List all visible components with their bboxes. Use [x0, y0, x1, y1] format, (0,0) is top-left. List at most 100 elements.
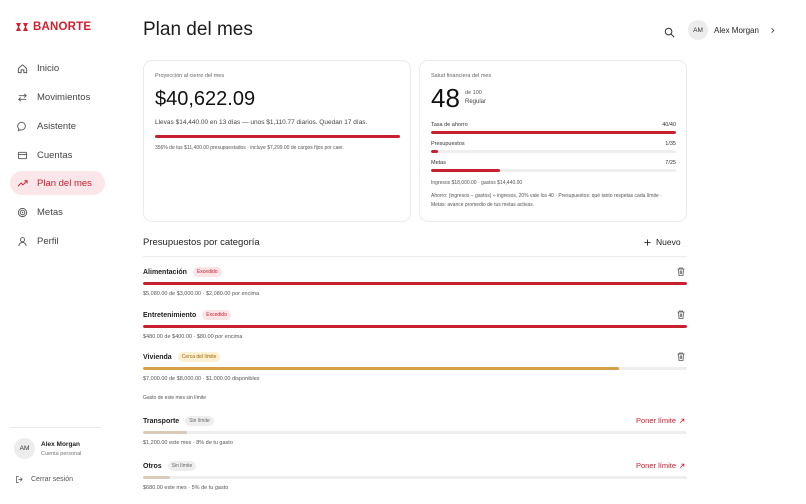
budget-detail: $680.00 este mes · 5% de tu gasto — [143, 485, 229, 491]
metric-fill — [431, 150, 439, 153]
status-badge: Sin límite — [167, 461, 197, 471]
status-badge: Excedido — [192, 267, 222, 277]
user-icon — [17, 236, 28, 247]
transfer-icon — [17, 92, 28, 103]
metric-label: Presupuestos — [431, 141, 465, 147]
budget-name: Entretenimiento — [143, 311, 197, 319]
projection-card: Proyección al cierre del mes $40,622.09 … — [143, 60, 411, 222]
user-account-type: Cuenta personal — [41, 450, 82, 457]
plus-icon — [644, 238, 651, 246]
sidebar-item-label: Cuentas — [37, 149, 73, 161]
logout-label: Cerrar sesión — [31, 476, 74, 483]
metric-value: 1/35 — [665, 141, 676, 147]
sidebar-item-label: Plan del mes — [37, 177, 92, 189]
budget-name: Vivienda — [143, 353, 172, 361]
search-button[interactable] — [664, 25, 675, 38]
trash-icon[interactable] — [677, 267, 685, 276]
avatar: AM — [14, 438, 35, 459]
logout-button[interactable]: Cerrar sesión — [15, 475, 73, 484]
budget-fill — [143, 367, 619, 370]
budget-row-alimentacion: Alimentación Excedido $5,080.00 de $3,00… — [143, 267, 687, 297]
sidebar-item-perfil[interactable]: Perfil — [10, 229, 105, 253]
budget-name: Transporte — [143, 417, 180, 425]
banorte-logo[interactable]: BANORTE — [15, 21, 91, 33]
budgets-title: Presupuestos por categoría — [143, 237, 260, 248]
health-explanation: Ahorro: (ingresos − gastos) ÷ ingresos, … — [431, 193, 662, 208]
metric-value: 7/25 — [665, 160, 676, 166]
sidebar-item-metas[interactable]: Metas — [10, 200, 105, 224]
sidebar-item-plan-del-mes[interactable]: Plan del mes — [10, 171, 105, 195]
projection-amount: $40,622.09 — [155, 88, 256, 110]
budget-row-otros: Otros Sin límite Poner límite $680.00 es… — [143, 461, 687, 491]
sidebar: BANORTE Inicio Movimientos Asistente Cue… — [0, 0, 115, 504]
status-badge: Cerca del límite — [177, 352, 221, 362]
budget-row-transporte: Transporte Sin límite Poner límite $1,20… — [143, 416, 687, 446]
card-icon — [17, 150, 28, 161]
sidebar-item-movimientos[interactable]: Movimientos — [10, 85, 105, 109]
metric-fill — [431, 169, 500, 172]
set-limit-button[interactable]: Poner límite — [636, 461, 685, 470]
budget-fill — [143, 476, 171, 479]
projection-progress-bar — [155, 135, 400, 138]
search-icon — [664, 27, 675, 38]
trash-icon[interactable] — [677, 310, 685, 319]
metric-value: 40/40 — [662, 122, 676, 128]
metric-budgets: Presupuestos 1/35 — [431, 141, 676, 153]
budget-detail: $7,000.00 de $8,000.00 · $1,000.00 dispo… — [143, 376, 260, 382]
sidebar-item-label: Inicio — [37, 62, 60, 74]
header-user-menu[interactable]: AM Alex Morgan — [688, 20, 776, 40]
health-score: 48 — [431, 83, 460, 113]
sidebar-item-inicio[interactable]: Inicio — [10, 56, 105, 80]
avatar: AM — [688, 20, 708, 40]
sidebar-user-card[interactable]: AM Alex Morgan Cuenta personal — [14, 438, 81, 459]
metric-label: Metas — [431, 160, 446, 166]
chevron-right-icon — [771, 27, 775, 33]
health-label: Salud financiera del mes — [431, 73, 492, 79]
target-icon — [17, 207, 28, 218]
health-score-max: de 100 — [465, 90, 482, 96]
metric-fill — [431, 131, 676, 134]
logout-icon — [16, 476, 23, 483]
sidebar-item-label: Movimientos — [37, 91, 91, 103]
new-budget-button[interactable]: Nuevo — [644, 237, 681, 247]
health-card: Salud financiera del mes 48 de 100 Regul… — [419, 60, 687, 222]
section-divider — [143, 256, 687, 257]
budget-name: Alimentación — [143, 268, 187, 276]
health-income-line: Ingresos $18,000.00 · gastos $14,440.00 — [431, 180, 523, 186]
budget-detail: $480.00 de $400.00 · $80.00 por encima — [143, 334, 243, 340]
budget-fill — [143, 282, 687, 285]
trash-icon[interactable] — [677, 352, 685, 361]
status-badge: Excedido — [202, 310, 231, 320]
metric-label: Tasa de ahorro — [431, 122, 468, 128]
health-status: Regular — [465, 99, 487, 105]
projection-footnote: 356% de tus $11,400.00 presupuestados · … — [155, 145, 344, 151]
budget-detail: $1,200.00 este mes · 8% de tu gasto — [143, 440, 233, 446]
home-icon — [17, 63, 28, 74]
sidebar-item-cuentas[interactable]: Cuentas — [10, 143, 105, 167]
page-title: Plan del mes — [143, 19, 253, 40]
budget-detail: $5,080.00 de $3,000.00 · $2,080.00 por e… — [143, 291, 260, 297]
set-limit-button[interactable]: Poner límite — [636, 416, 685, 425]
sidebar-item-asistente[interactable]: Asistente — [10, 114, 105, 138]
unlimited-spending-label: Gasto de este mes sin límite — [143, 395, 207, 401]
arrow-up-right-icon — [679, 463, 685, 468]
chat-icon — [17, 121, 28, 132]
banorte-logo-icon — [16, 23, 28, 31]
sidebar-item-label: Metas — [37, 206, 63, 218]
budget-fill — [143, 431, 187, 434]
set-limit-label: Poner límite — [635, 461, 676, 470]
budget-row-vivienda: Vivienda Cerca del límite $7,000.00 de $… — [143, 352, 687, 382]
arrow-up-right-icon — [679, 418, 685, 423]
budget-fill — [143, 325, 687, 328]
new-budget-label: Nuevo — [656, 237, 681, 247]
brand-name: BANORTE — [33, 21, 92, 33]
projection-description: Llevas $14,440.00 en 13 días — unos $1,1… — [155, 119, 368, 126]
status-badge: Sin límite — [185, 416, 214, 426]
budget-row-entretenimiento: Entretenimiento Excedido $480.00 de $400… — [143, 310, 687, 340]
header-user-name: Alex Morgan — [714, 25, 759, 35]
sidebar-divider — [10, 427, 101, 428]
metric-goals: Metas 7/25 — [431, 160, 676, 172]
sidebar-item-label: Perfil — [37, 235, 59, 247]
trend-icon — [17, 178, 28, 189]
metric-savings-rate: Tasa de ahorro 40/40 — [431, 122, 676, 134]
